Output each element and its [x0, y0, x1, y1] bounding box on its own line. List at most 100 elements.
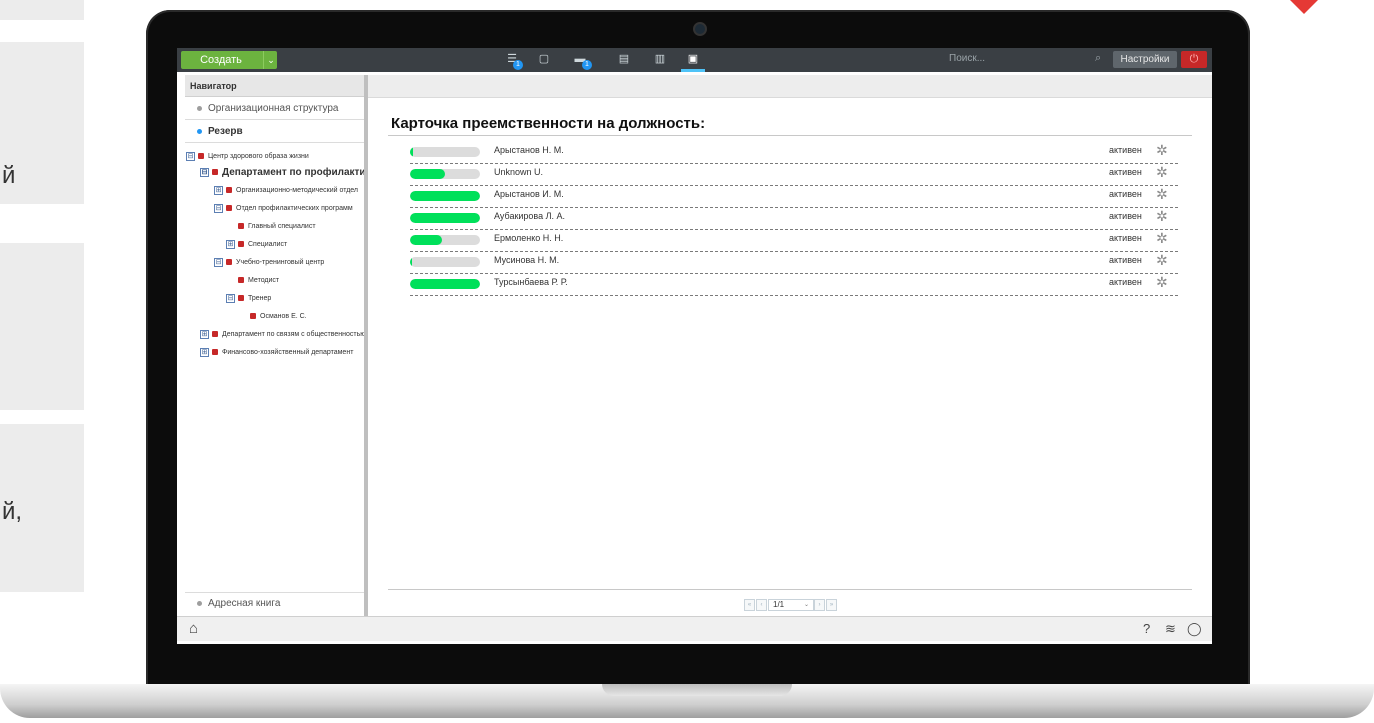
expand-icon[interactable]: ⊞	[200, 347, 209, 357]
tree-item[interactable]: ⊞ Департамент по связям с общественностью	[200, 328, 366, 342]
candidate-name[interactable]: Арыстанов И. М.	[494, 189, 564, 199]
candidate-name[interactable]: Арыстанов Н. М.	[494, 145, 564, 155]
gear-icon[interactable]: ✲	[1156, 142, 1168, 158]
page-select-value: 1/1	[773, 600, 785, 609]
table-row[interactable]: Аубакирова Л. А. активен ✲	[410, 208, 1178, 230]
tree-item-label: Департамент по профилактике	[222, 167, 377, 178]
progress-fill	[410, 235, 442, 245]
tree-item[interactable]: ⊟ Учебно-тренинговый центр	[214, 256, 324, 270]
table-row[interactable]: Мусинова Н. М. активен ✲	[410, 252, 1178, 274]
tree-item-label: Департамент по связям с общественностью	[222, 331, 366, 338]
table-row[interactable]: Арыстанов Н. М. активен ✲	[410, 142, 1178, 164]
collapse-icon[interactable]: ⊟	[200, 167, 209, 177]
org-unit-icon	[212, 169, 218, 176]
org-unit-icon	[226, 187, 232, 194]
document-icon[interactable]: ▤	[617, 53, 631, 66]
settings-button[interactable]: Настройки	[1113, 51, 1177, 68]
candidate-name[interactable]: Unknown U.	[494, 167, 543, 177]
tree-item[interactable]: ⊞ Организационно-методический отдел	[214, 184, 358, 198]
chart-icon[interactable]: ▥	[653, 53, 667, 66]
status-label: активен	[1109, 189, 1142, 199]
gear-icon[interactable]: ✲	[1156, 230, 1168, 246]
main-toolbar-strip	[368, 75, 1212, 98]
table-row[interactable]: Ермоленко Н. Н. активен ✲	[410, 230, 1178, 252]
nav-section-address-book[interactable]: Адресная книга	[185, 592, 364, 614]
chat-icon[interactable]: ◯	[1187, 621, 1202, 637]
chevron-down-icon[interactable]: ⌄	[263, 51, 278, 69]
collapse-icon[interactable]: ⊟	[214, 203, 223, 213]
progress-bar	[410, 257, 480, 267]
collapse-icon[interactable]: ⊟	[214, 257, 223, 267]
next-page-button[interactable]: ›	[814, 599, 825, 611]
tree-item-label: Методист	[248, 277, 280, 284]
id-card-icon[interactable]: ▣	[686, 53, 700, 66]
last-page-button[interactable]: »	[826, 599, 837, 611]
first-page-button[interactable]: «	[744, 599, 755, 611]
nav-section-reserve[interactable]: Резерв	[185, 121, 364, 143]
tree-item-label: Организационно-методический отдел	[236, 187, 359, 194]
expand-icon[interactable]: ⊞	[200, 329, 209, 339]
navigator-panel: Навигатор Организационная структура Резе…	[185, 75, 376, 616]
tree-item[interactable]: ⊟ Отдел профилактических программ	[214, 202, 353, 216]
tree-item[interactable]: ⊞ Финансово-хозяйственный департамент	[200, 346, 353, 360]
tree-item[interactable]: ⊞ Специалист	[226, 238, 287, 252]
laptop-notch	[602, 684, 792, 696]
table-row[interactable]: Турсынбаева Р. Р. активен ✲	[410, 274, 1178, 296]
position-icon	[238, 295, 244, 302]
table-row[interactable]: Unknown U. активен ✲	[410, 164, 1178, 186]
candidate-name[interactable]: Аубакирова Л. А.	[494, 211, 565, 221]
tree-item[interactable]: ⊟ Департамент по профилактике	[200, 166, 376, 180]
power-icon[interactable]: ⏻	[1181, 51, 1207, 68]
tree-item[interactable]: ⊟ Центр здорового образа жизни	[186, 150, 309, 164]
collapse-icon[interactable]: ⊟	[226, 293, 235, 303]
nav-section-label: Организационная структура	[208, 103, 339, 114]
collapse-icon[interactable]: ⊟	[186, 151, 195, 161]
candidate-name[interactable]: Ермоленко Н. Н.	[494, 233, 563, 243]
progress-bar	[410, 191, 480, 201]
page-select[interactable]: 1/1 ⌄	[768, 599, 814, 611]
org-unit-icon	[226, 205, 232, 212]
progress-bar	[410, 213, 480, 223]
create-button-label: Создать	[200, 54, 242, 66]
tree-item[interactable]: Османов Е. С.	[250, 310, 307, 324]
gear-icon[interactable]: ✲	[1156, 186, 1168, 202]
background-card	[0, 0, 84, 20]
nav-section-org-structure[interactable]: Организационная структура	[185, 98, 364, 120]
tree-item[interactable]: Главный специалист	[238, 220, 316, 234]
org-unit-icon	[212, 349, 218, 356]
progress-fill	[410, 257, 413, 267]
tree-item[interactable]: Методист	[238, 274, 279, 288]
table-row[interactable]: Арыстанов И. М. активен ✲	[410, 186, 1178, 208]
create-button[interactable]: Создать ⌄	[181, 51, 277, 69]
status-label: активен	[1109, 255, 1142, 265]
gear-icon[interactable]: ✲	[1156, 252, 1168, 268]
candidate-name[interactable]: Турсынбаева Р. Р.	[494, 277, 568, 287]
search-input[interactable]: Поиск...	[949, 53, 985, 64]
tree-item-label: Центр здорового образа жизни	[208, 153, 309, 160]
help-icon[interactable]: ?	[1143, 621, 1150, 636]
gear-icon[interactable]: ✲	[1156, 208, 1168, 224]
status-label: активен	[1109, 277, 1142, 287]
calendar-icon[interactable]: ▢	[537, 53, 551, 66]
tree-item-label: Специалист	[248, 241, 288, 248]
position-icon	[238, 241, 244, 248]
expand-icon[interactable]: ⊞	[214, 185, 223, 195]
candidate-name[interactable]: Мусинова Н. М.	[494, 255, 559, 265]
expand-icon[interactable]: ⊞	[226, 239, 235, 249]
tree-item[interactable]: ⊟ Тренер	[226, 292, 271, 306]
app-screen: Создать ⌄ ☰ 1 ▢ ▬ 1 ▤ ▥ ▣ Поиск... ⌕ Нас…	[177, 48, 1212, 644]
background-text-fragment: й,	[2, 498, 23, 525]
home-icon[interactable]: ⌂	[189, 620, 198, 637]
navigator-header: Навигатор	[185, 75, 364, 97]
chevron-down-icon: ⌄	[803, 602, 809, 608]
prev-page-button[interactable]: ‹	[756, 599, 767, 611]
divider	[388, 589, 1192, 590]
decorative-red-mark	[1290, 0, 1318, 14]
search-icon[interactable]: ⌕	[1095, 52, 1101, 65]
progress-fill	[410, 169, 445, 179]
gear-icon[interactable]: ✲	[1156, 274, 1168, 290]
progress-bar	[410, 279, 480, 289]
status-label: активен	[1109, 145, 1142, 155]
gear-icon[interactable]: ✲	[1156, 164, 1168, 180]
wifi-icon[interactable]: ≋	[1165, 621, 1176, 637]
